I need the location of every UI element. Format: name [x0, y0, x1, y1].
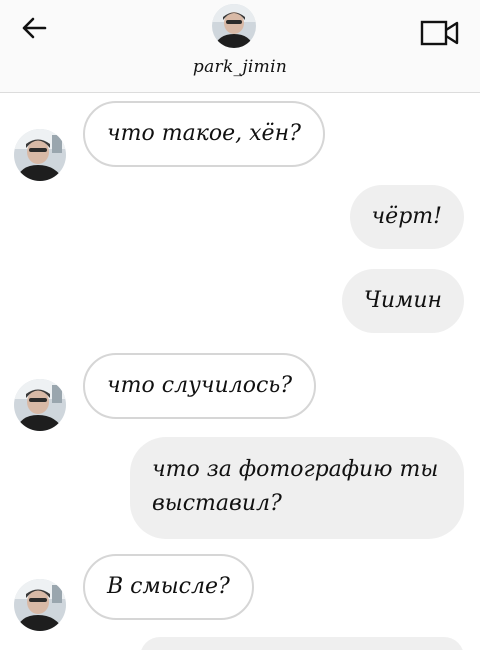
video-camera-icon: [420, 20, 459, 46]
message-text: чёрт!: [371, 204, 443, 229]
message-bubble-incoming[interactable]: В смысле?: [83, 554, 254, 620]
message-text: что такое, хён?: [107, 121, 301, 146]
arrow-left-icon: [22, 17, 47, 39]
message-bubble-outgoing[interactable]: что за фотографию ты выставил?: [130, 437, 464, 539]
video-call-button[interactable]: [418, 16, 462, 50]
contact-avatar[interactable]: [212, 4, 256, 48]
message-text: что за фотографию ты выставил?: [152, 457, 439, 516]
message-bubble-outgoing-partial[interactable]: [140, 637, 464, 650]
message-text: В смысле?: [107, 574, 230, 599]
message-bubble-incoming[interactable]: что случилось?: [83, 353, 317, 419]
message-bubble-outgoing[interactable]: Чимин: [341, 269, 464, 333]
message-text: что случилось?: [107, 373, 293, 398]
sender-avatar[interactable]: [14, 379, 66, 431]
back-button[interactable]: [14, 10, 54, 46]
message-bubble-incoming[interactable]: что такое, хён?: [83, 101, 325, 167]
chat-header: park_jimin: [0, 0, 480, 93]
sender-avatar[interactable]: [14, 129, 66, 181]
message-text: Чимин: [363, 288, 442, 313]
sender-avatar[interactable]: [14, 579, 66, 631]
message-list: что такое, хён? чёрт! Чимин что случилос…: [0, 93, 480, 650]
contact-username[interactable]: park_jimin: [0, 57, 480, 77]
message-bubble-outgoing[interactable]: чёрт!: [349, 185, 464, 249]
chat-screen: park_jimin что такое, хён? чёрт! Чимин ч…: [0, 0, 480, 650]
